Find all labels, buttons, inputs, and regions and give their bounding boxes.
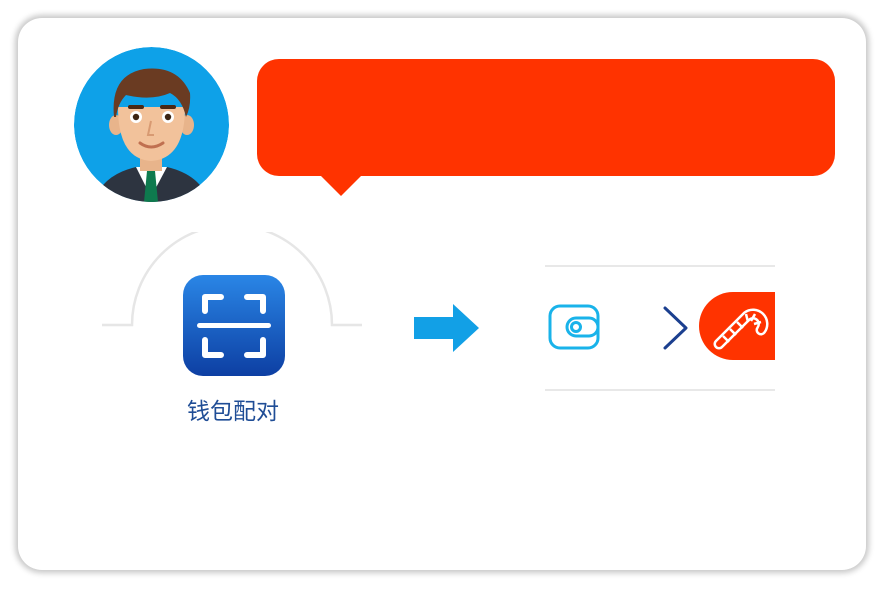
wallet-icon[interactable] (547, 303, 601, 351)
chevron-right-icon (663, 306, 688, 350)
businessman-avatar-icon (74, 47, 229, 202)
candy-cane-icon (713, 308, 769, 350)
speech-bubble (257, 59, 835, 176)
speech-bubble-tail (319, 174, 363, 196)
right-arrow-icon (414, 304, 479, 352)
app-label: 钱包配对 (187, 399, 279, 425)
scan-icon (183, 275, 285, 376)
candy-cane-button[interactable] (699, 292, 775, 360)
wallet-pair-app-button[interactable] (183, 275, 285, 376)
menu-divider-bottom (545, 389, 775, 391)
menu-divider-top (545, 265, 775, 267)
